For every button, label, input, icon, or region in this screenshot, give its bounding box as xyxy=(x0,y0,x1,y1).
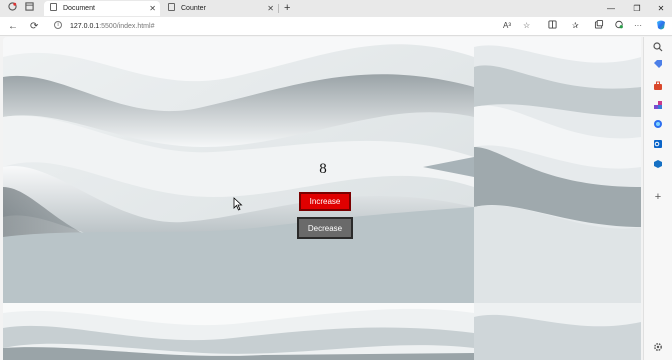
page-icon xyxy=(50,3,57,12)
tab-divider xyxy=(278,4,279,13)
settings-icon[interactable] xyxy=(652,342,664,354)
address-bar: ← ⟳ i 127.0.0.1:5500/index.html# A³ ☆ ✰ ·… xyxy=(0,17,672,36)
wave-background xyxy=(3,37,474,303)
back-icon[interactable]: ← xyxy=(8,19,18,34)
close-window-icon[interactable]: ✕ xyxy=(650,0,672,17)
tag-icon[interactable] xyxy=(652,59,664,71)
close-icon[interactable]: ✕ xyxy=(149,1,156,16)
tab-title: Counter xyxy=(181,5,206,12)
edge-sidebar: + xyxy=(643,37,672,360)
toolbox-icon[interactable] xyxy=(652,81,664,93)
url-field[interactable]: i 127.0.0.1:5500/index.html# xyxy=(54,19,468,34)
page-icon xyxy=(168,3,175,12)
outlook-icon[interactable] xyxy=(652,139,664,151)
close-icon[interactable]: ✕ xyxy=(267,1,274,16)
counter-value: 8 xyxy=(319,161,327,177)
copilot-icon[interactable] xyxy=(655,19,667,35)
favorites-icon[interactable]: ✰ xyxy=(572,20,579,32)
games-icon[interactable] xyxy=(652,100,664,112)
page-viewport: 8 Increase Decrease xyxy=(3,37,641,360)
minimize-icon[interactable]: — xyxy=(600,0,622,17)
favorite-icon[interactable]: ☆ xyxy=(523,20,530,32)
wave-background-repeat xyxy=(474,37,641,360)
refresh-icon[interactable]: ⟳ xyxy=(30,19,38,34)
browser-essentials-icon[interactable] xyxy=(614,20,624,33)
office-icon[interactable] xyxy=(652,159,664,171)
profile-icon[interactable] xyxy=(8,2,17,13)
more-icon[interactable]: ··· xyxy=(634,20,642,32)
collections-icon[interactable] xyxy=(594,20,604,33)
increase-button[interactable]: Increase xyxy=(299,192,351,211)
maximize-icon[interactable]: ❐ xyxy=(626,0,648,17)
tab-title: Document xyxy=(63,5,95,12)
info-icon[interactable]: i xyxy=(54,21,62,30)
add-icon[interactable]: + xyxy=(652,191,664,203)
search-icon[interactable] xyxy=(652,42,664,54)
tab-bar: Document ✕ Counter ✕ + — ❐ ✕ xyxy=(0,0,672,17)
decrease-button[interactable]: Decrease xyxy=(297,217,353,239)
mouse-cursor-icon xyxy=(233,197,243,211)
tab-document[interactable]: Document ✕ xyxy=(44,1,160,16)
tab-counter[interactable]: Counter ✕ xyxy=(162,1,278,16)
url-host: 127.0.0.1 xyxy=(70,23,100,30)
tab-actions-icon[interactable] xyxy=(25,2,34,13)
copilot-icon[interactable] xyxy=(652,119,664,131)
wave-background-bottom xyxy=(3,303,474,360)
split-screen-icon[interactable] xyxy=(548,20,557,33)
url-path: :5500/index.html# xyxy=(99,23,155,30)
read-aloud-icon[interactable]: A³ xyxy=(503,20,511,32)
new-tab-icon[interactable]: + xyxy=(284,1,290,16)
